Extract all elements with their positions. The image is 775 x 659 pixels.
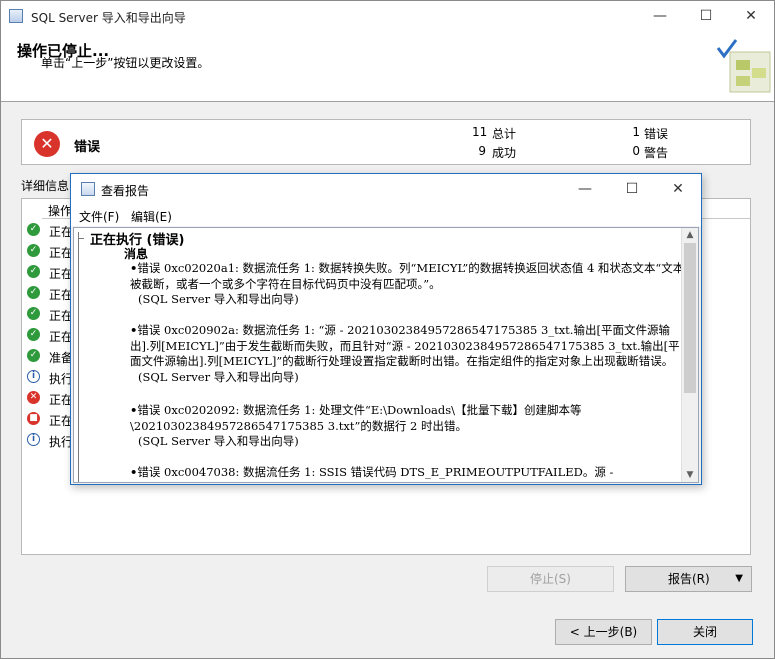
success-count: 9 — [478, 144, 486, 158]
report-content[interactable]: 正在执行 (错误) 消息 •错误 0xc02020a1: 数据流任务 1: 数据… — [73, 227, 699, 483]
scroll-down-icon[interactable]: ▼ — [682, 468, 698, 482]
error-icon: ✕ — [34, 131, 60, 157]
total-count: 11 — [472, 125, 488, 139]
dropdown-arrow-icon[interactable]: ▼ — [735, 567, 743, 591]
warning-label: 警告 — [644, 146, 669, 160]
stop-button[interactable]: 停止(S) — [487, 566, 614, 592]
dialog-title: 查看报告 — [101, 184, 150, 198]
scroll-up-icon[interactable]: ▲ — [682, 228, 698, 242]
success-label: 成功 — [492, 146, 517, 160]
status-info-icon: i — [27, 433, 40, 446]
close-button[interactable]: 关闭 — [657, 619, 753, 645]
minimize-icon[interactable]: — — [637, 1, 683, 32]
summary-status: 错误 — [74, 140, 101, 155]
wizard-graphic-icon — [716, 39, 771, 93]
scrollbar-thumb[interactable] — [684, 243, 696, 393]
page-subtitle: 单击“上一步”按钮以更改设置。 — [41, 56, 210, 70]
dialog-maximize-icon[interactable]: ☐ — [609, 174, 655, 204]
wizard-header: 操作已停止... 单击“上一步”按钮以更改设置。 — [1, 32, 774, 102]
vertical-scrollbar[interactable]: ▲ ▼ — [681, 228, 698, 482]
tree-connector-tick — [78, 238, 84, 239]
messages-title: 消息 — [124, 247, 149, 261]
status-ok-icon: ✓ — [27, 328, 40, 341]
window-title: SQL Server 导入和导出向导 — [31, 11, 186, 25]
dialog-menubar: 文件(F) 编辑(E) — [71, 204, 701, 226]
status-err-icon: ✕ — [27, 391, 40, 404]
message-item: •错误 0xc0047038: 数据流任务 1: SSIS 错误代码 DTS_E… — [130, 465, 614, 479]
report-button-label: 报告(R) — [668, 572, 710, 586]
view-report-dialog: 查看报告 — ☐ ✕ 文件(F) 编辑(E) 正在执行 (错误) 消息 •错误 … — [70, 173, 702, 485]
status-ok-icon: ✓ — [27, 349, 40, 362]
details-label: 详细信息 — [21, 179, 70, 193]
close-icon[interactable]: ✕ — [728, 1, 774, 32]
report-icon — [81, 182, 95, 196]
dialog-title-bar: 查看报告 — ☐ ✕ — [71, 174, 701, 204]
total-label: 总计 — [492, 127, 517, 141]
status-ok-icon: ✓ — [27, 265, 40, 278]
title-bar: SQL Server 导入和导出向导 — ☐ ✕ — [1, 1, 774, 32]
status-ok-icon: ✓ — [27, 286, 40, 299]
message-item: •错误 0xc0202092: 数据流任务 1: 处理文件“E:\Downloa… — [130, 403, 582, 448]
status-stop-icon: ■ — [27, 412, 40, 425]
status-info-icon: i — [27, 370, 40, 383]
menu-edit[interactable]: 编辑(E) — [131, 208, 172, 225]
back-button[interactable]: < 上一步(B) — [555, 619, 652, 645]
report-button[interactable]: 报告(R) ▼ — [625, 566, 752, 592]
summary-panel: ✕ 错误 11 总计 9 成功 1 错误 0 警告 — [21, 119, 751, 165]
tree-connector — [78, 232, 84, 482]
error-count: 1 — [632, 125, 640, 139]
app-icon — [9, 9, 23, 23]
status-ok-icon: ✓ — [27, 223, 40, 236]
message-item: •错误 0xc020902a: 数据流任务 1: “源 - 2021030238… — [130, 323, 680, 384]
status-ok-icon: ✓ — [27, 307, 40, 320]
dialog-minimize-icon[interactable]: — — [562, 174, 608, 204]
status-ok-icon: ✓ — [27, 244, 40, 257]
dialog-close-icon[interactable]: ✕ — [655, 174, 701, 204]
maximize-icon[interactable]: ☐ — [683, 1, 729, 32]
error-label: 错误 — [644, 127, 669, 141]
message-item: •错误 0xc02020a1: 数据流任务 1: 数据转换失败。列“MEICYL… — [130, 261, 685, 306]
menu-file[interactable]: 文件(F) — [79, 208, 119, 225]
warning-count: 0 — [632, 144, 640, 158]
